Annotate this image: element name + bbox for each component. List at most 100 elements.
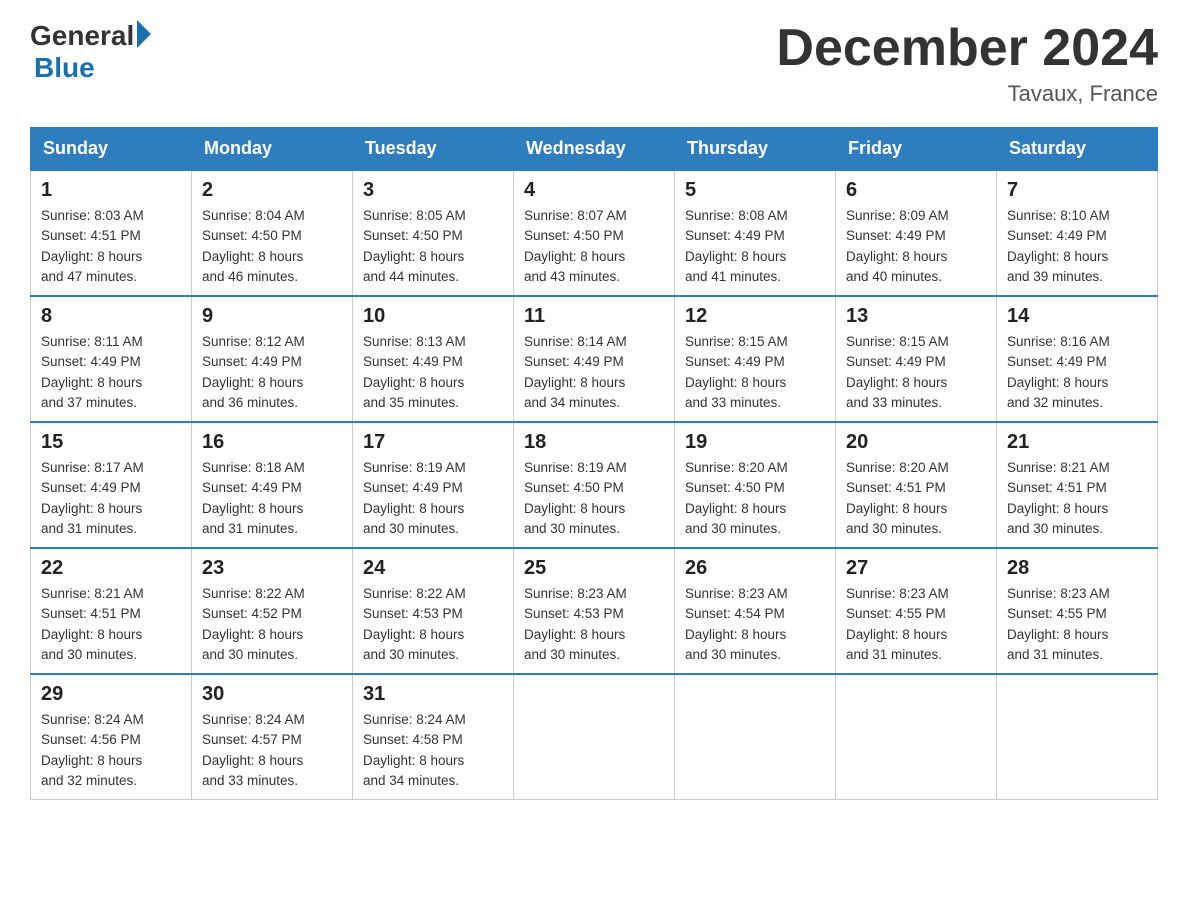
day-number: 26 [685, 557, 825, 580]
day-of-week-header: Sunday [31, 128, 192, 171]
calendar-week-row: 8 Sunrise: 8:11 AM Sunset: 4:49 PM Dayli… [31, 296, 1158, 422]
calendar-day-cell: 12 Sunrise: 8:15 AM Sunset: 4:49 PM Dayl… [675, 296, 836, 422]
day-info: Sunrise: 8:21 AM Sunset: 4:51 PM Dayligh… [1007, 458, 1147, 539]
day-of-week-header: Friday [836, 128, 997, 171]
day-number: 16 [202, 431, 342, 454]
day-number: 22 [41, 557, 181, 580]
day-number: 9 [202, 305, 342, 328]
day-number: 14 [1007, 305, 1147, 328]
calendar-day-cell: 5 Sunrise: 8:08 AM Sunset: 4:49 PM Dayli… [675, 170, 836, 296]
day-number: 29 [41, 683, 181, 706]
day-number: 1 [41, 179, 181, 202]
day-info: Sunrise: 8:19 AM Sunset: 4:49 PM Dayligh… [363, 458, 503, 539]
calendar-day-cell: 6 Sunrise: 8:09 AM Sunset: 4:49 PM Dayli… [836, 170, 997, 296]
logo-general-text: General [30, 20, 134, 52]
day-number: 10 [363, 305, 503, 328]
logo-arrow-icon [137, 20, 151, 48]
calendar-week-row: 15 Sunrise: 8:17 AM Sunset: 4:49 PM Dayl… [31, 422, 1158, 548]
day-of-week-header: Wednesday [514, 128, 675, 171]
calendar-day-cell: 24 Sunrise: 8:22 AM Sunset: 4:53 PM Dayl… [353, 548, 514, 674]
calendar-day-cell: 26 Sunrise: 8:23 AM Sunset: 4:54 PM Dayl… [675, 548, 836, 674]
day-number: 25 [524, 557, 664, 580]
calendar-day-cell: 13 Sunrise: 8:15 AM Sunset: 4:49 PM Dayl… [836, 296, 997, 422]
calendar-subtitle: Tavaux, France [776, 81, 1158, 107]
day-info: Sunrise: 8:08 AM Sunset: 4:49 PM Dayligh… [685, 206, 825, 287]
day-info: Sunrise: 8:05 AM Sunset: 4:50 PM Dayligh… [363, 206, 503, 287]
day-info: Sunrise: 8:13 AM Sunset: 4:49 PM Dayligh… [363, 332, 503, 413]
day-info: Sunrise: 8:20 AM Sunset: 4:51 PM Dayligh… [846, 458, 986, 539]
day-of-week-header: Monday [192, 128, 353, 171]
calendar-week-row: 1 Sunrise: 8:03 AM Sunset: 4:51 PM Dayli… [31, 170, 1158, 296]
day-info: Sunrise: 8:24 AM Sunset: 4:57 PM Dayligh… [202, 710, 342, 791]
day-info: Sunrise: 8:04 AM Sunset: 4:50 PM Dayligh… [202, 206, 342, 287]
day-number: 19 [685, 431, 825, 454]
calendar-day-cell: 28 Sunrise: 8:23 AM Sunset: 4:55 PM Dayl… [997, 548, 1158, 674]
title-block: December 2024 Tavaux, France [776, 20, 1158, 107]
day-number: 13 [846, 305, 986, 328]
day-info: Sunrise: 8:12 AM Sunset: 4:49 PM Dayligh… [202, 332, 342, 413]
day-number: 15 [41, 431, 181, 454]
calendar-day-cell: 27 Sunrise: 8:23 AM Sunset: 4:55 PM Dayl… [836, 548, 997, 674]
day-number: 7 [1007, 179, 1147, 202]
day-number: 11 [524, 305, 664, 328]
day-number: 21 [1007, 431, 1147, 454]
day-info: Sunrise: 8:15 AM Sunset: 4:49 PM Dayligh… [685, 332, 825, 413]
day-info: Sunrise: 8:22 AM Sunset: 4:53 PM Dayligh… [363, 584, 503, 665]
calendar-day-cell: 16 Sunrise: 8:18 AM Sunset: 4:49 PM Dayl… [192, 422, 353, 548]
calendar-day-cell: 2 Sunrise: 8:04 AM Sunset: 4:50 PM Dayli… [192, 170, 353, 296]
page-header: General Blue December 2024 Tavaux, Franc… [30, 20, 1158, 107]
calendar-day-cell: 11 Sunrise: 8:14 AM Sunset: 4:49 PM Dayl… [514, 296, 675, 422]
day-of-week-header: Tuesday [353, 128, 514, 171]
calendar-day-cell: 1 Sunrise: 8:03 AM Sunset: 4:51 PM Dayli… [31, 170, 192, 296]
day-number: 30 [202, 683, 342, 706]
day-number: 23 [202, 557, 342, 580]
day-info: Sunrise: 8:16 AM Sunset: 4:49 PM Dayligh… [1007, 332, 1147, 413]
calendar-header-row: SundayMondayTuesdayWednesdayThursdayFrid… [31, 128, 1158, 171]
calendar-day-cell: 20 Sunrise: 8:20 AM Sunset: 4:51 PM Dayl… [836, 422, 997, 548]
day-info: Sunrise: 8:23 AM Sunset: 4:54 PM Dayligh… [685, 584, 825, 665]
calendar-day-cell: 31 Sunrise: 8:24 AM Sunset: 4:58 PM Dayl… [353, 674, 514, 800]
day-info: Sunrise: 8:14 AM Sunset: 4:49 PM Dayligh… [524, 332, 664, 413]
day-number: 18 [524, 431, 664, 454]
calendar-day-cell: 22 Sunrise: 8:21 AM Sunset: 4:51 PM Dayl… [31, 548, 192, 674]
calendar-day-cell: 29 Sunrise: 8:24 AM Sunset: 4:56 PM Dayl… [31, 674, 192, 800]
day-number: 12 [685, 305, 825, 328]
calendar-day-cell: 10 Sunrise: 8:13 AM Sunset: 4:49 PM Dayl… [353, 296, 514, 422]
calendar-day-cell: 4 Sunrise: 8:07 AM Sunset: 4:50 PM Dayli… [514, 170, 675, 296]
day-info: Sunrise: 8:21 AM Sunset: 4:51 PM Dayligh… [41, 584, 181, 665]
calendar-day-cell: 3 Sunrise: 8:05 AM Sunset: 4:50 PM Dayli… [353, 170, 514, 296]
logo: General Blue [30, 20, 151, 84]
day-number: 6 [846, 179, 986, 202]
logo-blue-text: Blue [34, 52, 95, 84]
day-info: Sunrise: 8:09 AM Sunset: 4:49 PM Dayligh… [846, 206, 986, 287]
day-number: 3 [363, 179, 503, 202]
day-number: 17 [363, 431, 503, 454]
calendar-day-cell: 19 Sunrise: 8:20 AM Sunset: 4:50 PM Dayl… [675, 422, 836, 548]
day-info: Sunrise: 8:10 AM Sunset: 4:49 PM Dayligh… [1007, 206, 1147, 287]
calendar-day-cell: 17 Sunrise: 8:19 AM Sunset: 4:49 PM Dayl… [353, 422, 514, 548]
calendar-day-cell: 21 Sunrise: 8:21 AM Sunset: 4:51 PM Dayl… [997, 422, 1158, 548]
day-info: Sunrise: 8:19 AM Sunset: 4:50 PM Dayligh… [524, 458, 664, 539]
logo-text: General [30, 20, 151, 52]
calendar-title: December 2024 [776, 20, 1158, 77]
calendar-table: SundayMondayTuesdayWednesdayThursdayFrid… [30, 127, 1158, 800]
day-info: Sunrise: 8:18 AM Sunset: 4:49 PM Dayligh… [202, 458, 342, 539]
day-info: Sunrise: 8:23 AM Sunset: 4:53 PM Dayligh… [524, 584, 664, 665]
day-number: 27 [846, 557, 986, 580]
day-info: Sunrise: 8:11 AM Sunset: 4:49 PM Dayligh… [41, 332, 181, 413]
calendar-day-cell: 7 Sunrise: 8:10 AM Sunset: 4:49 PM Dayli… [997, 170, 1158, 296]
calendar-day-cell: 15 Sunrise: 8:17 AM Sunset: 4:49 PM Dayl… [31, 422, 192, 548]
day-number: 8 [41, 305, 181, 328]
day-number: 28 [1007, 557, 1147, 580]
day-number: 20 [846, 431, 986, 454]
calendar-week-row: 22 Sunrise: 8:21 AM Sunset: 4:51 PM Dayl… [31, 548, 1158, 674]
day-info: Sunrise: 8:23 AM Sunset: 4:55 PM Dayligh… [846, 584, 986, 665]
calendar-day-cell: 9 Sunrise: 8:12 AM Sunset: 4:49 PM Dayli… [192, 296, 353, 422]
day-info: Sunrise: 8:22 AM Sunset: 4:52 PM Dayligh… [202, 584, 342, 665]
day-info: Sunrise: 8:20 AM Sunset: 4:50 PM Dayligh… [685, 458, 825, 539]
calendar-day-cell [836, 674, 997, 800]
calendar-day-cell: 14 Sunrise: 8:16 AM Sunset: 4:49 PM Dayl… [997, 296, 1158, 422]
calendar-day-cell [514, 674, 675, 800]
day-number: 31 [363, 683, 503, 706]
calendar-week-row: 29 Sunrise: 8:24 AM Sunset: 4:56 PM Dayl… [31, 674, 1158, 800]
